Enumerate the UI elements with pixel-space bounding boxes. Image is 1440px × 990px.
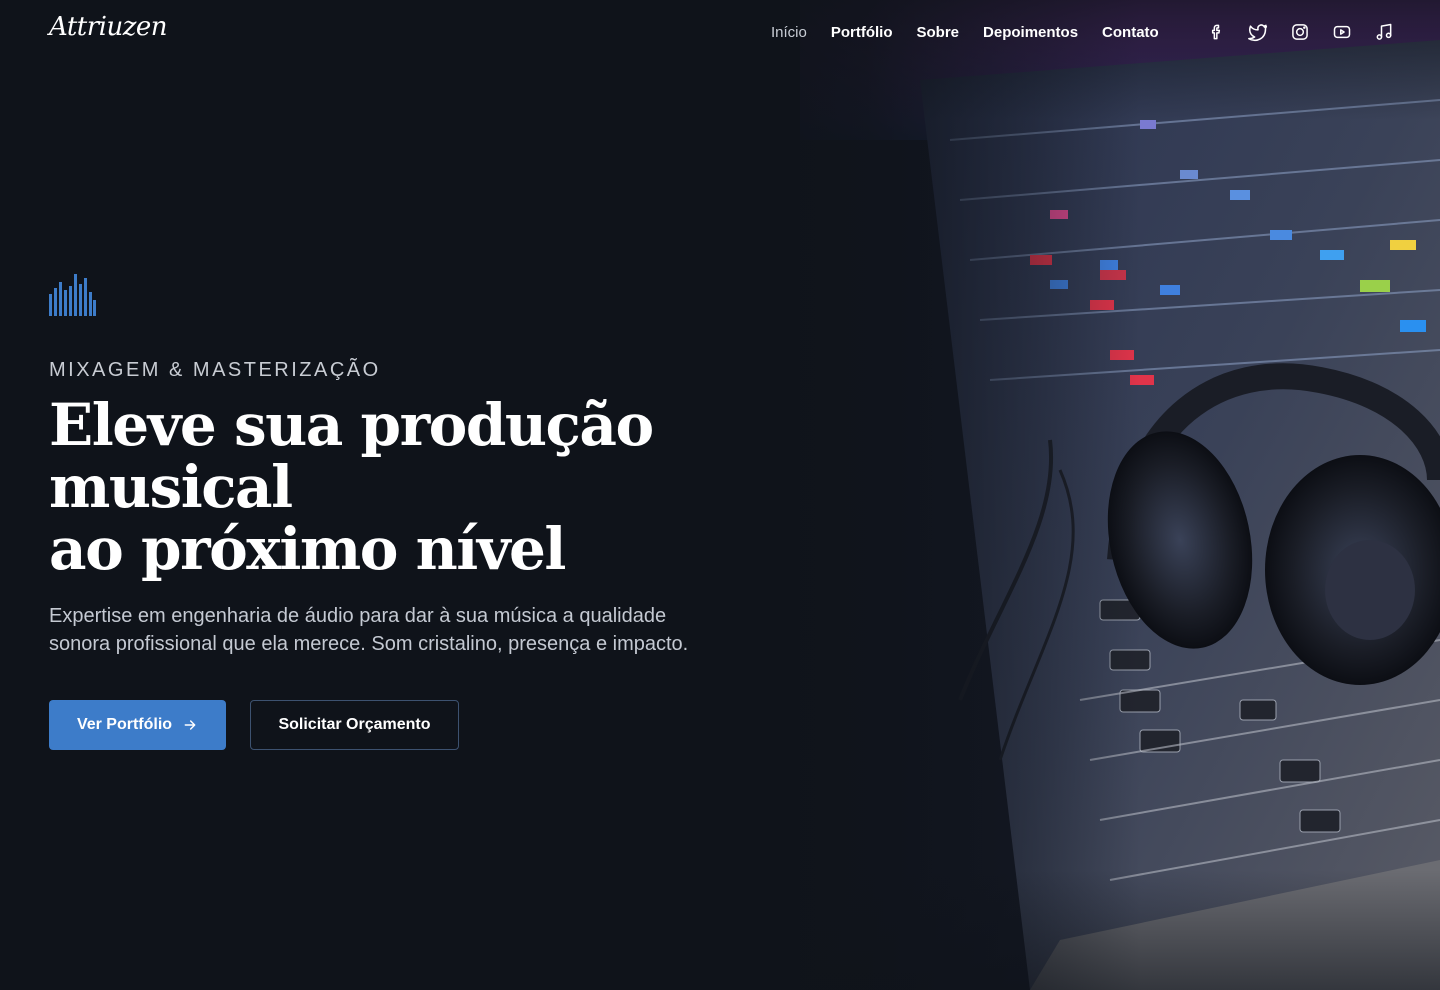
request-quote-button[interactable]: Solicitar Orçamento <box>250 700 459 750</box>
youtube-icon[interactable] <box>1332 22 1352 42</box>
instagram-icon[interactable] <box>1290 22 1310 42</box>
facebook-icon[interactable] <box>1206 22 1226 42</box>
social-links <box>1206 22 1394 42</box>
site-header: Attriuzen Início Portfólio Sobre Depoime… <box>0 0 1440 66</box>
audio-waveform-icon <box>49 274 96 316</box>
hero-headline-line2: ao próximo nível <box>49 515 566 583</box>
hero-eyebrow: MIXAGEM & MASTERIZAÇÃO <box>49 359 381 381</box>
music-note-icon[interactable] <box>1374 22 1394 42</box>
hero-cta-row: Ver Portfólio Solicitar Orçamento <box>49 700 849 750</box>
nav-item-contato[interactable]: Contato <box>1102 23 1159 43</box>
nav-item-sobre[interactable]: Sobre <box>917 23 960 43</box>
logo[interactable]: Attriuzen <box>49 12 168 42</box>
hero-headline-line1: Eleve sua produção musical <box>49 391 654 521</box>
hero-subtitle: Expertise em engenharia de áudio para da… <box>49 605 689 655</box>
nav-item-portfolio[interactable]: Portfólio <box>831 23 893 43</box>
arrow-right-icon <box>184 720 196 730</box>
twitter-icon[interactable] <box>1248 22 1268 42</box>
view-portfolio-button[interactable]: Ver Portfólio <box>49 700 226 750</box>
hero-background-image <box>800 0 1440 990</box>
view-portfolio-label: Ver Portfólio <box>76 716 173 733</box>
nav-item-depoimentos[interactable]: Depoimentos <box>983 23 1078 43</box>
main-nav: Início Portfólio Sobre Depoimentos Conta… <box>771 23 1159 43</box>
hero-headline: Eleve sua produção musical ao próximo ní… <box>49 394 849 580</box>
nav-item-inicio[interactable]: Início <box>771 23 807 43</box>
hero-section: MIXAGEM & MASTERIZAÇÃO Eleve sua produçã… <box>49 270 849 750</box>
